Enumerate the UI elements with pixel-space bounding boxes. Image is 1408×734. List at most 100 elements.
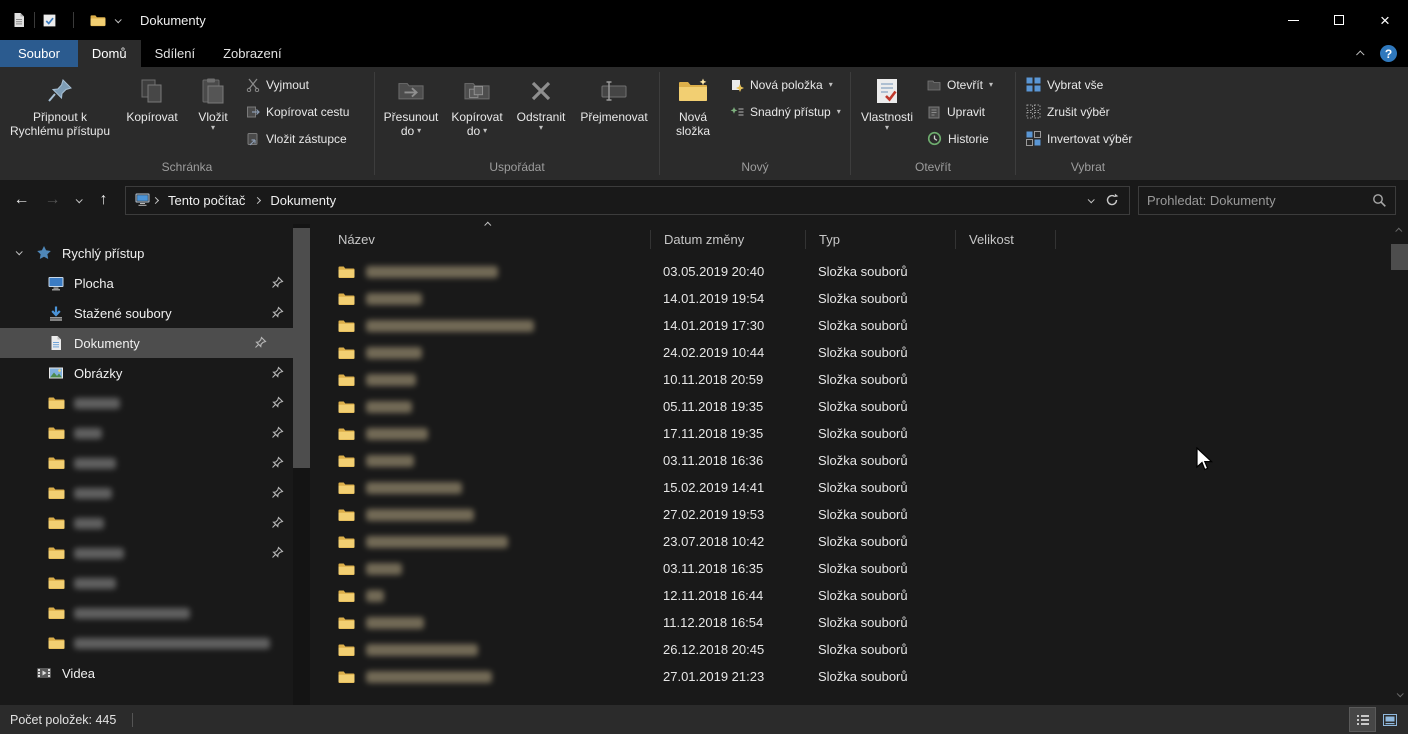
file-name-cell (318, 670, 650, 684)
redacted-file-name (366, 536, 508, 548)
qat-dropdown-icon[interactable] (115, 16, 122, 23)
sidebar-item-stažené-soubory[interactable]: Stažené soubory (0, 298, 310, 328)
checkmark-doc-icon[interactable] (42, 13, 57, 28)
details-view-button[interactable] (1350, 708, 1375, 731)
main-scrollbar[interactable] (1391, 220, 1408, 705)
sidebar-item-redacted[interactable] (0, 478, 310, 508)
refresh-icon[interactable] (1105, 193, 1119, 207)
sidebar-item-redacted[interactable] (0, 538, 310, 568)
file-row[interactable]: 26.12.2018 20:45Složka souborů (318, 636, 1391, 663)
file-row[interactable]: 14.01.2019 19:54Složka souborů (318, 285, 1391, 312)
minimize-button[interactable] (1270, 0, 1316, 40)
group-label-clipboard: Schránka (0, 159, 374, 180)
maximize-button[interactable] (1316, 0, 1362, 40)
sidebar-item-redacted[interactable] (0, 448, 310, 478)
file-row[interactable]: 15.02.2019 14:41Složka souborů (318, 474, 1391, 501)
tab-file[interactable]: Soubor (0, 40, 78, 67)
sidebar-item-redacted[interactable] (0, 418, 310, 448)
sidebar-item-redacted[interactable] (0, 628, 310, 658)
expand-chevron-icon[interactable] (16, 248, 23, 255)
main-scrollbar-thumb[interactable] (1391, 244, 1408, 270)
scroll-up-icon[interactable] (1391, 222, 1408, 239)
file-type: Složka souborů (805, 291, 955, 306)
sidebar-item-redacted[interactable] (0, 508, 310, 538)
properties-button[interactable]: Vlastnosti ▾ (854, 70, 920, 156)
sidebar-scrollbar[interactable] (293, 224, 310, 705)
file-row[interactable]: 23.07.2018 10:42Složka souborů (318, 528, 1391, 555)
sidebar-item-obrázky[interactable]: Obrázky (0, 358, 310, 388)
file-type: Složka souborů (805, 399, 955, 414)
file-row[interactable]: 05.11.2018 19:35Složka souborů (318, 393, 1391, 420)
search-box[interactable] (1138, 186, 1396, 215)
clear-selection-button[interactable]: Zrušit výběr (1019, 98, 1157, 125)
column-header-type[interactable]: Typ (805, 230, 955, 249)
folder-icon (46, 636, 66, 650)
breadcrumb-chevron-icon[interactable] (153, 198, 158, 203)
file-row[interactable]: 27.01.2019 21:23Složka souborů (318, 663, 1391, 690)
edit-button[interactable]: Upravit (920, 98, 1012, 125)
sidebar-item-plocha[interactable]: Plocha (0, 268, 310, 298)
copy-button[interactable]: Kopírovat (117, 70, 187, 156)
move-to-button[interactable]: Přesunout do▾ (378, 70, 444, 156)
sidebar-item-redacted[interactable] (0, 598, 310, 628)
file-type: Složka souborů (805, 588, 955, 603)
file-row[interactable]: 11.12.2018 16:54Složka souborů (318, 609, 1391, 636)
forward-icon[interactable]: → (37, 185, 68, 215)
rename-button[interactable]: Přejmenovat (572, 70, 656, 156)
sidebar-item-redacted[interactable] (0, 388, 310, 418)
column-header-name[interactable]: Název (318, 230, 650, 249)
pin-to-quick-access-button[interactable]: Připnout k Rychlému přístupu (3, 70, 117, 156)
tab-view[interactable]: Zobrazení (209, 40, 296, 67)
file-row[interactable]: 03.11.2018 16:35Složka souborů (318, 555, 1391, 582)
history-button[interactable]: Historie (920, 125, 1012, 152)
folder-icon[interactable] (90, 14, 106, 27)
collapse-ribbon-icon[interactable] (1356, 50, 1364, 58)
minimize-icon (1288, 20, 1299, 21)
copy-to-button[interactable]: Kopírovat do▾ (444, 70, 510, 156)
scroll-down-icon[interactable] (1391, 686, 1408, 703)
copy-path-button[interactable]: Kopírovat cestu (239, 98, 371, 125)
address-dropdown-icon[interactable] (1088, 196, 1095, 203)
breadcrumb-chevron-icon[interactable] (255, 198, 260, 203)
tab-home[interactable]: Domů (78, 40, 141, 67)
history-dropdown-icon[interactable] (68, 185, 88, 215)
help-icon[interactable]: ? (1380, 45, 1397, 62)
delete-button[interactable]: Odstranit ▾ (510, 70, 572, 156)
file-row[interactable]: 03.05.2019 20:40Složka souborů (318, 258, 1391, 285)
search-icon[interactable] (1372, 193, 1387, 208)
breadcrumb-documents[interactable]: Dokumenty (263, 187, 343, 214)
tab-share[interactable]: Sdílení (141, 40, 209, 67)
back-icon[interactable]: ← (6, 185, 37, 215)
easy-access-button[interactable]: Snadný přístup ▾ (723, 98, 847, 125)
new-item-button[interactable]: Nová položka ▾ (723, 71, 847, 98)
paste-shortcut-button[interactable]: Vložit zástupce (239, 125, 371, 152)
address-bar[interactable]: Tento počítač Dokumenty (125, 186, 1130, 215)
select-all-button[interactable]: Vybrat vše (1019, 71, 1157, 98)
paste-button[interactable]: Vložit ▾ (187, 70, 239, 156)
column-header-date[interactable]: Datum změny (650, 230, 805, 249)
file-row[interactable]: 14.01.2019 17:30Složka souborů (318, 312, 1391, 339)
invert-selection-button[interactable]: Invertovat výběr (1019, 125, 1157, 152)
file-row[interactable]: 17.11.2018 19:35Složka souborů (318, 420, 1391, 447)
file-row[interactable]: 27.02.2019 19:53Složka souborů (318, 501, 1391, 528)
new-folder-button[interactable]: Nová složka (663, 70, 723, 156)
open-button[interactable]: Otevřít ▾ (920, 71, 1012, 98)
sidebar-item-redacted[interactable] (0, 568, 310, 598)
thumbnail-view-button[interactable] (1377, 708, 1402, 731)
button-label: Přejmenovat (580, 110, 647, 124)
file-row[interactable]: 12.11.2018 16:44Složka souborů (318, 582, 1391, 609)
sidebar-item-videa[interactable]: Videa (0, 658, 310, 688)
column-header-size[interactable]: Velikost (955, 230, 1055, 249)
close-button[interactable]: × (1362, 0, 1408, 40)
sidebar-item-dokumenty[interactable]: Dokumenty (0, 328, 293, 358)
file-row[interactable]: 03.11.2018 16:36Složka souborů (318, 447, 1391, 474)
search-input[interactable] (1147, 193, 1372, 208)
file-row[interactable]: 10.11.2018 20:59Složka souborů (318, 366, 1391, 393)
quick-access-toolbar (42, 12, 120, 28)
file-row[interactable]: 24.02.2019 10:44Složka souborů (318, 339, 1391, 366)
sidebar-item-rychlý-přístup[interactable]: Rychlý přístup (0, 238, 310, 268)
up-icon[interactable]: ↑ (88, 185, 119, 215)
breadcrumb-this-pc[interactable]: Tento počítač (161, 187, 252, 214)
sidebar-scrollbar-thumb[interactable] (293, 228, 310, 468)
cut-button[interactable]: Vyjmout (239, 71, 371, 98)
